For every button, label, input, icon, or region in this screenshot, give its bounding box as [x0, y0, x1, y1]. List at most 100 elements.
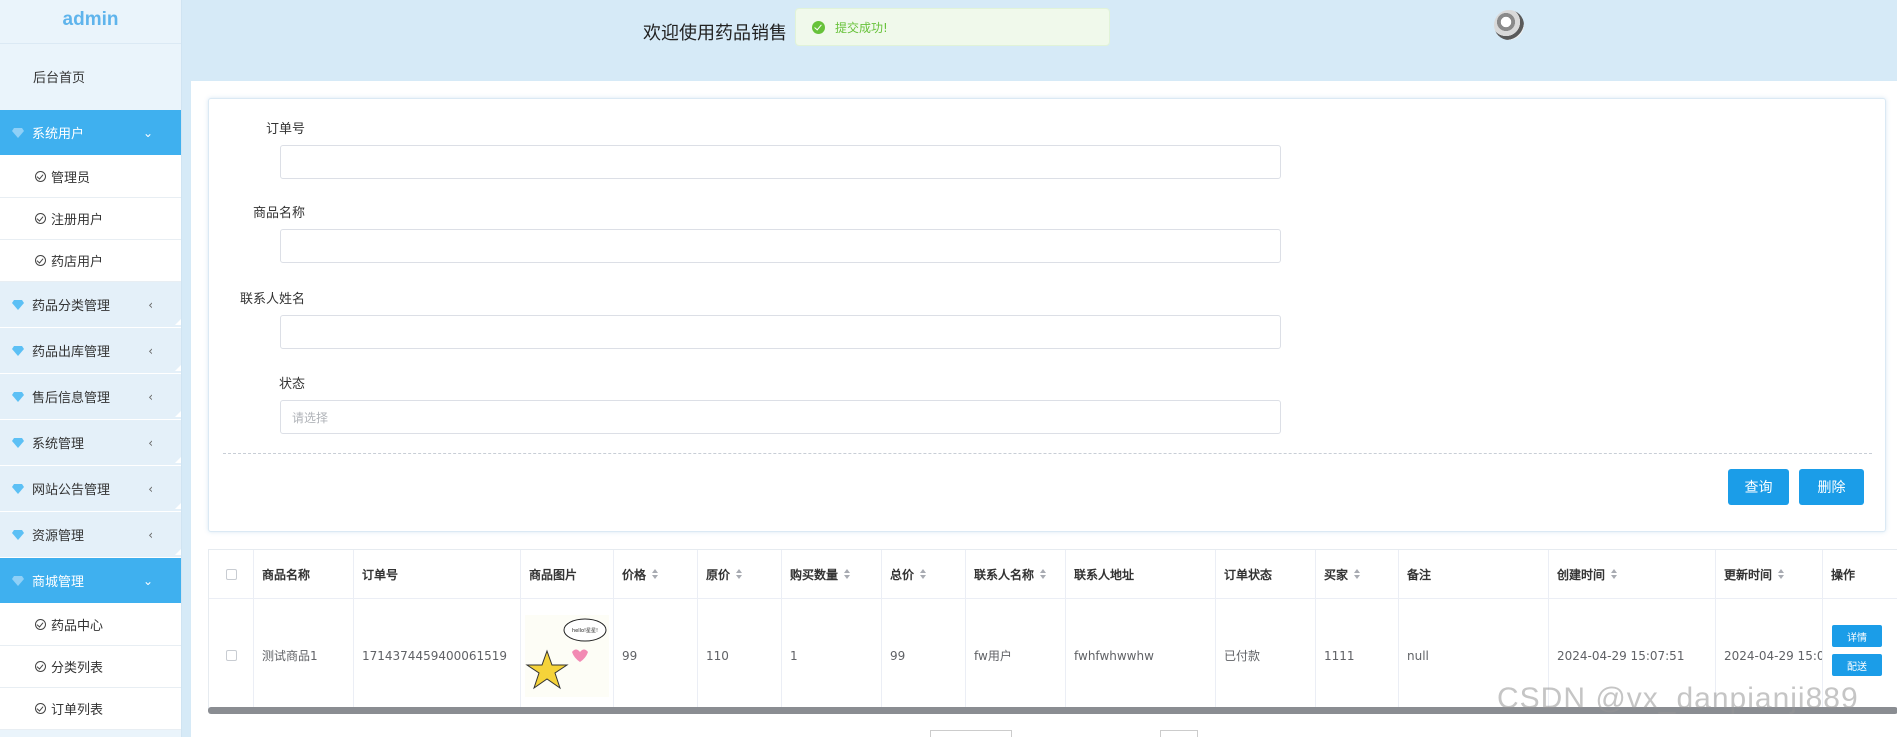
corner-decoration	[175, 549, 181, 555]
col-buyer[interactable]: 买家	[1316, 550, 1399, 598]
cell-original-price: 110	[698, 599, 782, 710]
sort-icon	[652, 569, 659, 579]
diamond-icon	[12, 127, 24, 139]
col-total[interactable]: 总价	[882, 550, 966, 598]
product-name-input[interactable]	[280, 229, 1281, 263]
check-circle-icon	[35, 703, 46, 714]
menu-group-resources[interactable]: 资源管理 ‹	[0, 512, 181, 558]
menu-group-system-management[interactable]: 系统管理 ‹	[0, 420, 181, 466]
col-product-name: 商品名称	[254, 550, 354, 598]
divider	[223, 453, 1872, 454]
sidebar-item-label: 注册用户	[51, 213, 104, 228]
sidebar-item-home[interactable]: 后台首页	[0, 44, 181, 96]
cell-quantity: 1	[782, 599, 882, 710]
corner-decoration	[175, 503, 181, 509]
sidebar-item-admin[interactable]: 管理员	[0, 156, 181, 198]
sort-icon	[920, 569, 927, 579]
col-remark: 备注	[1399, 550, 1549, 598]
menu-group-announcements[interactable]: 网站公告管理 ‹	[0, 466, 181, 512]
chevron-left-icon: ‹	[148, 527, 153, 542]
menu-group-label: 商城管理	[32, 575, 85, 590]
check-circle-icon	[35, 661, 46, 672]
detail-button[interactable]: 详情	[1832, 625, 1882, 647]
menu-group-drug-outbound[interactable]: 药品出库管理 ‹	[0, 328, 181, 374]
menu-group-label: 系统管理	[32, 437, 85, 452]
corner-decoration	[175, 319, 181, 325]
deliver-button[interactable]: 配送	[1832, 654, 1882, 676]
sidebar-item-category-list[interactable]: 分类列表	[0, 646, 181, 688]
sort-icon	[1611, 569, 1618, 579]
menu-group-mall[interactable]: 商城管理 ⌄	[0, 558, 181, 604]
sort-icon	[844, 569, 851, 579]
chevron-left-icon: ‹	[148, 389, 153, 404]
pagination-box[interactable]	[930, 730, 1012, 737]
chevron-left-icon: ‹	[148, 481, 153, 496]
status-select[interactable]: 请选择	[280, 400, 1281, 434]
user-avatar-icon[interactable]	[1494, 10, 1524, 40]
diamond-icon	[12, 437, 24, 449]
sidebar-item-pharmacy-users[interactable]: 药店用户	[0, 240, 181, 282]
row-checkbox[interactable]	[209, 599, 254, 710]
pagination-box[interactable]	[1160, 730, 1198, 737]
diamond-icon	[12, 529, 24, 541]
diamond-icon	[12, 299, 24, 311]
col-quantity[interactable]: 购买数量	[782, 550, 882, 598]
cell-total: 99	[882, 599, 966, 710]
sidebar-item-drug-center[interactable]: 药品中心	[0, 604, 181, 646]
table-header: 商品名称 订单号 商品图片 价格 原价 购买数量 总价 联系人名称 联系人地址 …	[209, 550, 1897, 599]
corner-decoration	[175, 457, 181, 463]
corner-decoration	[175, 411, 181, 417]
watermark: CSDN @vx_danpianji889	[1497, 682, 1859, 715]
menu-group-after-sales[interactable]: 售后信息管理 ‹	[0, 374, 181, 420]
check-circle-icon	[35, 255, 46, 266]
product-image[interactable]: hello!星星!	[525, 614, 609, 697]
col-order-no: 订单号	[354, 550, 521, 598]
menu-group-drug-category[interactable]: 药品分类管理 ‹	[0, 282, 181, 328]
menu-group-label: 药品出库管理	[32, 345, 111, 360]
cell-product-image: hello!星星!	[521, 599, 614, 710]
menu-group-system-users[interactable]: 系统用户 ⌄	[0, 110, 181, 156]
cell-order-no: 1714374459400061519	[354, 599, 521, 710]
delete-button[interactable]: 删除	[1799, 469, 1864, 505]
toast-message: 提交成功!	[835, 20, 888, 35]
order-no-input[interactable]	[280, 145, 1281, 179]
sort-icon	[1354, 569, 1361, 579]
menu-group-label: 系统用户	[32, 127, 85, 142]
col-updated-at[interactable]: 更新时间	[1716, 550, 1823, 598]
select-all-checkbox[interactable]	[209, 550, 254, 598]
sidebar-item-label: 药店用户	[51, 255, 104, 270]
col-price[interactable]: 价格	[614, 550, 698, 598]
chevron-left-icon: ‹	[148, 435, 153, 450]
chevron-down-icon: ⌄	[142, 573, 153, 588]
diamond-icon	[12, 483, 24, 495]
sidebar-item-registered-users[interactable]: 注册用户	[0, 198, 181, 240]
sidebar: admin 后台首页 系统用户 ⌄ 管理员 注册用户 药店用户 药品分类管理 ‹…	[0, 0, 182, 737]
cell-buyer: 1111	[1316, 599, 1399, 710]
col-product-image: 商品图片	[521, 550, 614, 598]
sort-icon	[1040, 569, 1047, 579]
cell-contact-name: fw用户	[966, 599, 1066, 710]
search-form: 订单号 商品名称 联系人姓名 状态 请选择 查询 删除	[208, 98, 1886, 532]
contact-name-input[interactable]	[280, 315, 1281, 349]
corner-decoration	[175, 365, 181, 371]
col-original-price[interactable]: 原价	[698, 550, 782, 598]
query-button[interactable]: 查询	[1728, 469, 1789, 505]
diamond-icon	[12, 391, 24, 403]
col-actions: 操作	[1831, 567, 1856, 582]
sidebar-item-label: 分类列表	[51, 661, 104, 676]
contact-name-label: 联系人姓名	[239, 292, 305, 307]
logo: admin	[0, 0, 181, 44]
success-toast: 提交成功!	[795, 8, 1110, 46]
sidebar-item-order-list[interactable]: 订单列表	[0, 688, 181, 730]
diamond-icon	[12, 345, 24, 357]
sort-icon	[1778, 569, 1785, 579]
sidebar-item-label: 管理员	[51, 171, 91, 186]
menu-group-label: 网站公告管理	[32, 483, 111, 498]
col-contact-name[interactable]: 联系人名称	[966, 550, 1066, 598]
order-no-label: 订单号	[265, 122, 305, 137]
col-created-at[interactable]: 创建时间	[1549, 550, 1716, 598]
check-circle-icon	[35, 171, 46, 182]
diamond-icon	[12, 575, 24, 587]
chevron-down-icon: ⌄	[142, 125, 153, 140]
check-circle-icon	[35, 213, 46, 224]
